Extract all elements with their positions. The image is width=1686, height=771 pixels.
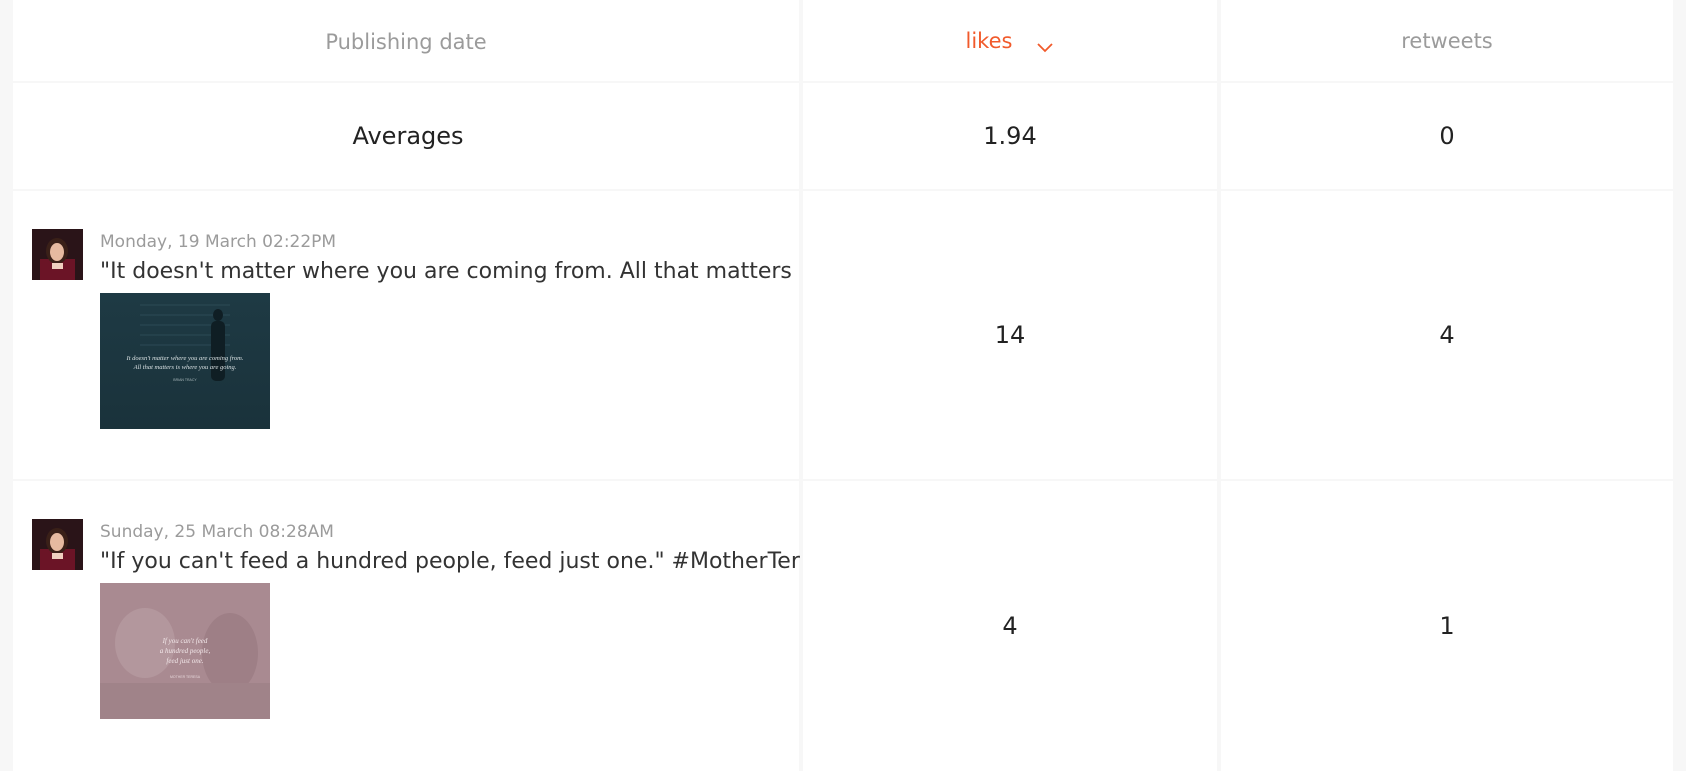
post-thumbnail[interactable]: It doesn't matter where you are coming f… [100, 293, 270, 429]
avatar [32, 229, 83, 280]
column-header-label: likes [965, 28, 1013, 53]
posts-table: Publishing date likes retweets Averages … [13, 0, 1673, 771]
thumbnail-text: If you can't feed [162, 637, 208, 645]
post-retweets-cell: 1 [1221, 481, 1673, 771]
post-cell[interactable]: Monday, 19 March 02:22PM "It doesn't mat… [13, 191, 800, 479]
post-date: Monday, 19 March 02:22PM [100, 232, 337, 252]
post-thumbnail[interactable]: If you can't feed a hundred people, feed… [100, 583, 270, 719]
thumbnail-text: feed just one. [166, 657, 203, 665]
post-retweets-value: 1 [1439, 612, 1455, 640]
averages-likes-cell: 1.94 [803, 83, 1217, 189]
avatar [32, 519, 83, 570]
table-row[interactable]: Monday, 19 March 02:22PM "It doesn't mat… [13, 191, 1673, 479]
post-likes-value: 14 [994, 321, 1026, 349]
thumbnail-text: It doesn't matter where you are coming f… [126, 355, 244, 362]
table-header: Publishing date likes retweets [13, 0, 1673, 81]
thumbnail-caption: MOTHER TERESA [170, 675, 201, 679]
averages-label: Averages [352, 122, 464, 150]
column-header-retweets[interactable]: retweets [1221, 0, 1673, 81]
averages-label-cell: Averages [13, 83, 799, 189]
post-likes-cell: 4 [803, 481, 1217, 771]
averages-row: Averages 1.94 0 [13, 83, 1673, 189]
column-header-label: retweets [1401, 28, 1493, 53]
column-header-publishing-date[interactable]: Publishing date [13, 0, 799, 81]
averages-retweets-value: 0 [1439, 122, 1455, 150]
column-header-likes[interactable]: likes [803, 0, 1217, 81]
column-header-label: Publishing date [325, 29, 487, 54]
post-text[interactable]: "It doesn't matter where you are coming … [100, 255, 800, 289]
post-date: Sunday, 25 March 08:28AM [100, 522, 334, 542]
thumbnail-text: All that matters is where you are going. [133, 364, 237, 371]
post-retweets-value: 4 [1439, 321, 1455, 349]
averages-retweets-cell: 0 [1221, 83, 1673, 189]
thumbnail-text: a hundred people, [160, 647, 211, 655]
post-likes-value: 4 [1002, 612, 1018, 640]
post-likes-cell: 14 [803, 191, 1217, 479]
post-body: Monday, 19 March 02:22PM "It doesn't mat… [100, 229, 800, 429]
averages-likes-value: 1.94 [983, 122, 1037, 150]
post-body: Sunday, 25 March 08:28AM "If you can't f… [100, 519, 800, 719]
post-text[interactable]: "If you can't feed a hundred people, fee… [100, 545, 800, 579]
post-retweets-cell: 4 [1221, 191, 1673, 479]
thumbnail-caption: BRIAN TRACY [173, 378, 197, 382]
table-row[interactable]: Sunday, 25 March 08:28AM "If you can't f… [13, 481, 1673, 771]
chevron-down-icon[interactable] [1036, 35, 1054, 52]
post-cell[interactable]: Sunday, 25 March 08:28AM "If you can't f… [13, 481, 800, 771]
